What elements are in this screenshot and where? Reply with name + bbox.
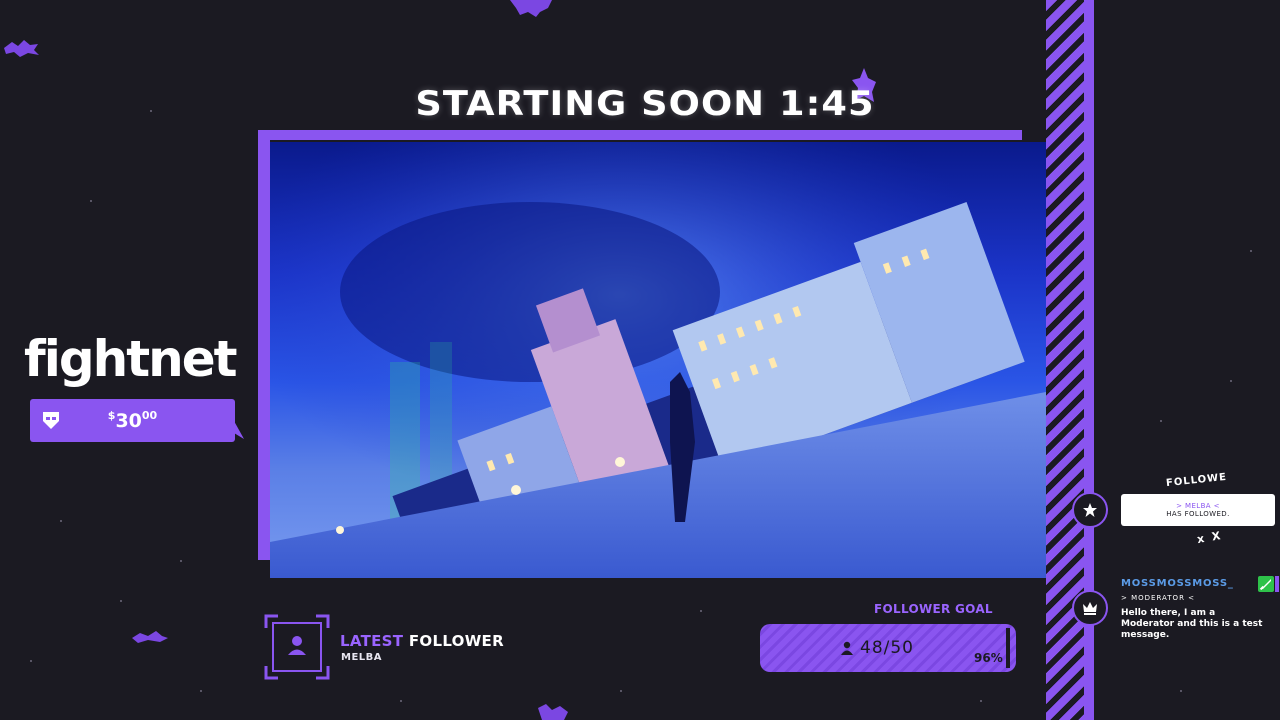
channel-name: fightnet — [24, 330, 238, 388]
star-icon — [1083, 503, 1097, 517]
follower-goal-progress-marker — [1006, 628, 1010, 668]
latest-follower-name: MELBA — [341, 652, 383, 663]
paint-splat — [4, 40, 39, 57]
latest-follower-label: LATEST FOLLOWER — [340, 632, 504, 650]
star-dot — [60, 520, 62, 522]
star-dot — [200, 690, 202, 692]
star-dot — [620, 690, 622, 692]
latest-label: FOLLOWER — [408, 632, 504, 650]
follower-goal-percent: 96% — [974, 651, 1003, 665]
star-dot — [980, 700, 982, 702]
paint-splat — [510, 0, 552, 17]
chat-message: Hello there, I am a Moderator and this i… — [1121, 608, 1263, 640]
star-dot — [90, 200, 92, 202]
follow-alert-icon — [1072, 492, 1108, 528]
donation-amount-value: 30 — [115, 410, 142, 432]
video-preview — [270, 142, 1046, 578]
follower-goal-count: 48/50 — [840, 638, 914, 658]
follower-goal-count-text: 48/50 — [860, 638, 914, 658]
star-dot — [1230, 380, 1232, 382]
city-scene-image — [270, 142, 1046, 578]
chat-role-icon — [1072, 590, 1108, 626]
follow-alert-message: HAS FOLLOWED. — [1166, 510, 1230, 518]
star-dot — [30, 660, 32, 662]
star-dot — [1180, 690, 1182, 692]
chat-badge — [1258, 576, 1274, 592]
follow-alert-arc-text: FOLLOWE — [1165, 471, 1228, 490]
sword-icon — [1259, 579, 1271, 591]
star-dot — [150, 110, 152, 112]
star-dot — [400, 700, 402, 702]
star-dot — [180, 560, 182, 562]
donation-cents: 00 — [141, 409, 158, 422]
chat-badge-secondary — [1275, 576, 1279, 592]
follower-avatar-frame — [264, 614, 330, 680]
follow-alert-tail: x X — [1196, 528, 1224, 547]
chat-username: MOSSMOSSMOSS_ — [1121, 578, 1234, 589]
donation-widget: $3000 — [30, 399, 235, 442]
star-dot — [1160, 420, 1162, 422]
paint-splat — [538, 704, 568, 720]
latest-label-accent: LATEST — [340, 632, 404, 650]
person-icon — [841, 641, 853, 655]
follow-alert-card: > MELBA < HAS FOLLOWED. — [1121, 494, 1275, 526]
follower-goal-title: FOLLOWER GOAL — [874, 602, 993, 616]
donation-notch — [234, 421, 244, 439]
follow-alert-name: > MELBA < — [1176, 502, 1220, 510]
star-dot — [700, 610, 702, 612]
star-dot — [120, 600, 122, 602]
crown-icon — [1083, 602, 1097, 615]
countdown-title: STARTING SOON 1:45 — [415, 84, 875, 124]
star-dot — [1250, 250, 1252, 252]
paint-splat — [132, 631, 168, 643]
chat-role: > MODERATOR < — [1121, 594, 1196, 602]
donation-amount: $3000 — [30, 409, 235, 432]
